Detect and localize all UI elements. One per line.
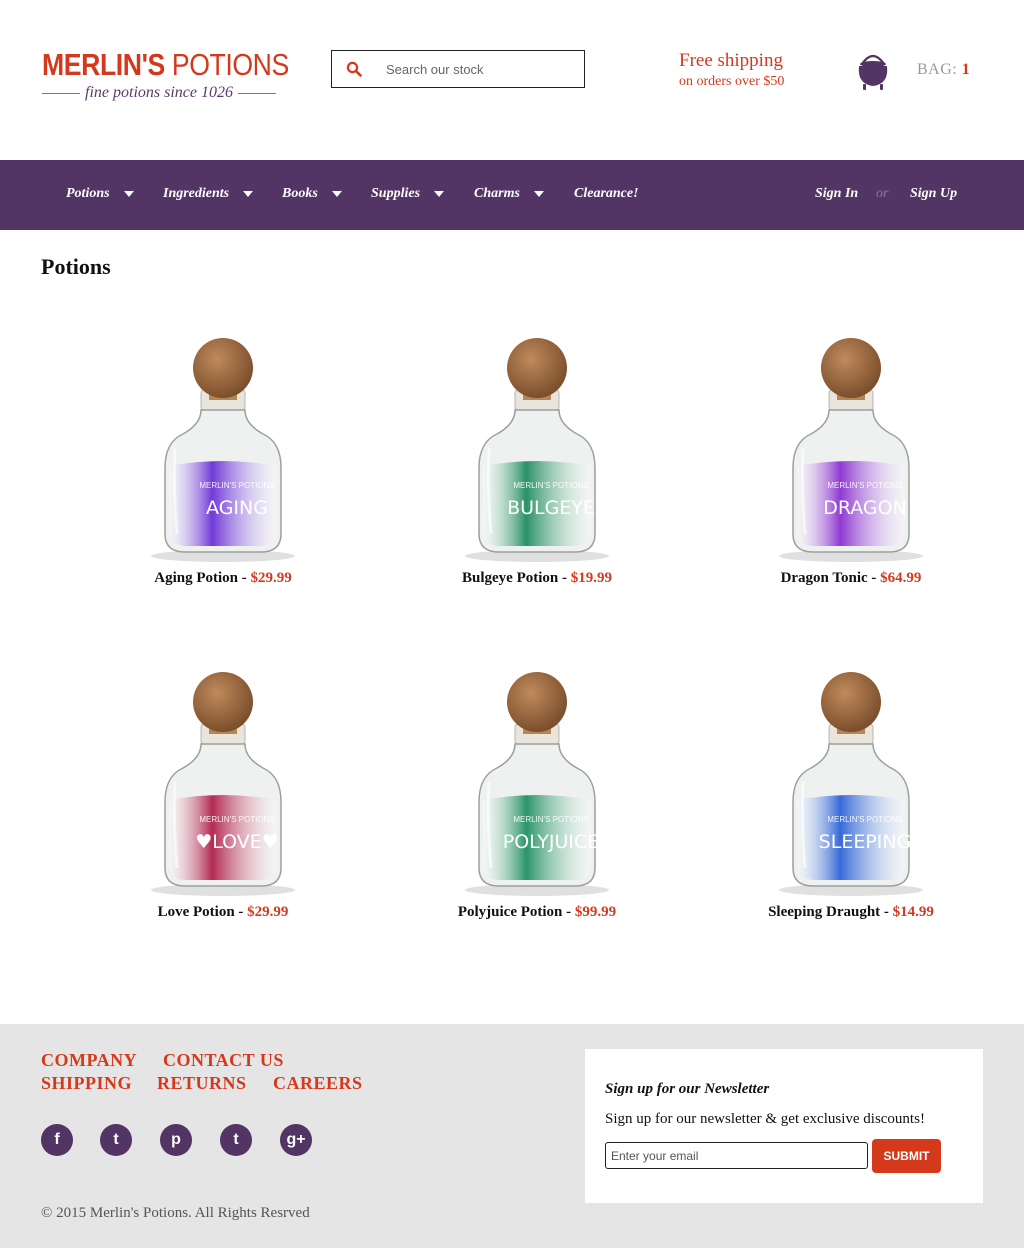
nav-or-text: or — [876, 186, 889, 201]
nav-item-books[interactable]: Books — [282, 186, 342, 202]
nav-item-supplies[interactable]: Supplies — [371, 186, 445, 202]
bag-label: BAG: — [917, 61, 958, 78]
nav-label: Clearance! — [574, 186, 639, 201]
shipping-subtitle: on orders over $50 — [679, 74, 785, 89]
bottle-brand-text: MERLIN'S POTIONS — [827, 815, 902, 824]
product-price: $14.99 — [892, 904, 934, 920]
nav-label: Potions — [66, 186, 110, 201]
potion-bottle-image[interactable]: MERLIN'S POTIONS BULGEYE — [457, 338, 617, 564]
search-icon[interactable] — [332, 51, 376, 87]
site-header: MERLIN'S POTIONS fine potions since 1026… — [0, 0, 1024, 160]
newsletter-text: Sign up for our newsletter & get exclusi… — [605, 1111, 925, 1127]
bottle-brand-text: MERLIN'S POTIONS — [827, 481, 902, 490]
sign-up-link[interactable]: Sign Up — [910, 186, 957, 202]
bag-counter[interactable]: BAG: 1 — [917, 61, 970, 79]
product-caption[interactable]: Bulgeye Potion - $19.99 — [387, 570, 687, 587]
logo-rule-left — [42, 92, 81, 94]
bottle-label-text: POLYJUICE — [503, 831, 599, 853]
nav-item-ingredients[interactable]: Ingredients — [163, 186, 254, 202]
bottle-label-text: BULGEYE — [507, 497, 595, 519]
nav-item-clearance[interactable]: Clearance! — [574, 186, 639, 202]
page-title: Potions — [41, 254, 111, 279]
google-plus-icon[interactable]: g+ — [280, 1124, 312, 1156]
product-card[interactable]: MERLIN'S POTIONS POLYJUICE Polyjuice Potio… — [387, 672, 687, 921]
product-price: $19.99 — [570, 570, 612, 586]
product-name: Polyjuice Potion — [457, 904, 563, 920]
free-shipping-notice: Free shipping on orders over $50 — [679, 50, 784, 92]
shipping-title: Free shipping — [679, 50, 783, 71]
caret-down-icon — [533, 191, 544, 197]
potion-bottle-image[interactable]: MERLIN'S POTIONS SLEEPING — [771, 672, 931, 898]
copyright: © 2015 Merlin's Potions. All Rights Resr… — [41, 1205, 310, 1221]
bottle-label-text: DRAGON — [823, 497, 907, 519]
logo-wordmark: MERLIN'S POTIONS — [42, 47, 289, 82]
potion-bottle-image[interactable]: MERLIN'S POTIONS DRAGON — [771, 338, 931, 564]
nav-label: Supplies — [371, 186, 421, 201]
nav-label: Books — [282, 186, 318, 201]
product-card[interactable]: MERLIN'S POTIONS DRAGON Dragon Tonic - $64… — [701, 338, 1001, 587]
bag-count: 1 — [961, 61, 971, 78]
footer-link-careers[interactable]: CAREERS — [273, 1073, 363, 1094]
pinterest-icon[interactable]: p — [160, 1124, 192, 1156]
product-price: $64.99 — [880, 570, 922, 586]
product-card[interactable]: MERLIN'S POTIONS BULGEYE Bulgeye Potion - … — [387, 338, 687, 587]
footer-link-returns[interactable]: RETURNS — [157, 1073, 247, 1094]
caret-down-icon — [434, 191, 445, 197]
bottle-brand-text: MERLIN'S POTIONS — [513, 815, 588, 824]
bottle-brand-text: MERLIN'S POTIONS — [513, 481, 588, 490]
bottle-label-text: SLEEPING — [819, 831, 912, 853]
product-caption[interactable]: Dragon Tonic - $64.99 — [701, 570, 1001, 587]
search-box — [331, 50, 585, 88]
submit-button[interactable]: SUBMIT — [872, 1139, 941, 1173]
caret-down-icon — [123, 191, 134, 197]
logo-rule-right — [238, 92, 277, 94]
product-name: Bulgeye Potion — [462, 570, 559, 586]
product-card[interactable]: MERLIN'S POTIONS ♥LOVE♥ Love Potion - $29.… — [73, 672, 373, 921]
product-name: Sleeping Draught — [768, 904, 881, 920]
footer-link-shipping[interactable]: SHIPPING — [41, 1073, 132, 1094]
tumblr-icon[interactable]: t — [220, 1124, 252, 1156]
product-name: Love Potion — [157, 904, 235, 920]
nav-item-charms[interactable]: Charms — [474, 186, 544, 202]
email-field[interactable] — [605, 1142, 868, 1169]
nav-label: Ingredients — [163, 186, 230, 201]
product-caption[interactable]: Sleeping Draught - $14.99 — [701, 904, 1001, 921]
product-name: Aging Potion — [154, 570, 238, 586]
product-card[interactable]: MERLIN'S POTIONS SLEEPING Sleeping Draught… — [701, 672, 1001, 921]
nav-item-potions[interactable]: Potions — [66, 186, 134, 202]
potion-bottle-image[interactable]: MERLIN'S POTIONS POLYJUICE — [457, 672, 617, 898]
product-price: $29.99 — [250, 570, 292, 586]
footer-link-contact-us[interactable]: CONTACT US — [163, 1050, 284, 1071]
sign-in-link[interactable]: Sign In — [815, 186, 858, 202]
site-logo[interactable]: MERLIN'S POTIONS fine potions since 1026 — [42, 47, 289, 102]
product-caption[interactable]: Polyjuice Potion - $99.99 — [387, 904, 687, 921]
bottle-label-text: AGING — [206, 497, 268, 519]
product-name: Dragon Tonic — [780, 570, 868, 586]
caret-down-icon — [243, 191, 254, 197]
main-nav: Potions Ingredients Books Supplies Charm… — [0, 160, 1024, 230]
newsletter-box: Sign up for our Newsletter Sign up for o… — [585, 1049, 983, 1203]
product-caption[interactable]: Aging Potion - $29.99 — [73, 570, 373, 587]
cauldron-icon[interactable] — [856, 50, 890, 92]
facebook-icon[interactable]: f — [41, 1124, 73, 1156]
bottle-brand-text: MERLIN'S POTIONS — [199, 481, 274, 490]
product-card[interactable]: MERLIN'S POTIONS AGING Aging Potion - $29.… — [73, 338, 373, 587]
newsletter-title: Sign up for our Newsletter — [605, 1081, 770, 1097]
twitter-icon[interactable]: t — [100, 1124, 132, 1156]
logo-tagline: fine potions since 1026 — [85, 84, 233, 101]
product-price: $99.99 — [574, 904, 617, 920]
product-caption[interactable]: Love Potion - $29.99 — [73, 904, 373, 921]
caret-down-icon — [331, 191, 342, 197]
footer-link-company[interactable]: COMPANY — [41, 1050, 137, 1071]
bottle-label-text: ♥LOVE♥ — [195, 831, 279, 853]
nav-label: Charms — [474, 186, 520, 201]
bottle-brand-text: MERLIN'S POTIONS — [199, 815, 274, 824]
search-input[interactable] — [376, 61, 576, 77]
logo-tagline-row: fine potions since 1026 — [42, 84, 277, 102]
product-price: $29.99 — [247, 904, 289, 920]
potion-bottle-image[interactable]: MERLIN'S POTIONS AGING — [143, 338, 303, 564]
potion-bottle-image[interactable]: MERLIN'S POTIONS ♥LOVE♥ — [143, 672, 303, 898]
